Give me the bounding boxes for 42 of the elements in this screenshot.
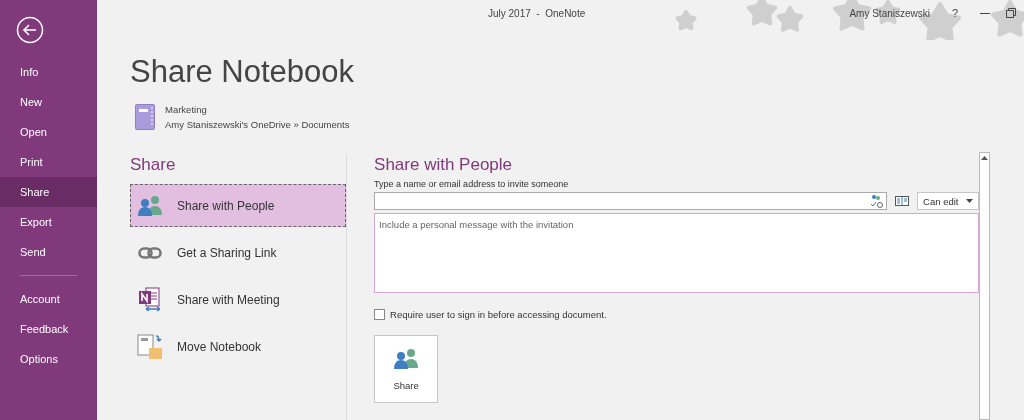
share-option[interactable]: Share with Meeting <box>130 278 347 321</box>
message-field[interactable]: Include a personal message with the invitation <box>374 213 980 293</box>
help-button[interactable]: ? <box>942 3 968 23</box>
checkbox-label: Require user to sign in before accessing document. <box>390 309 607 320</box>
back-button[interactable] <box>16 16 44 44</box>
restore-icon <box>1006 8 1016 18</box>
address-book-icon[interactable] <box>895 196 910 206</box>
share-option[interactable]: Share with People <box>130 184 347 227</box>
sidebar-item[interactable]: Share <box>0 177 97 207</box>
window-title: July 2017 - OneNote <box>488 7 586 19</box>
share-option[interactable]: Get a Sharing Link <box>130 231 347 274</box>
people-icon <box>137 194 163 217</box>
sidebar-item[interactable]: Send <box>0 237 97 267</box>
sidebar-item[interactable]: Print <box>0 147 97 177</box>
sidebar-item[interactable]: Account <box>0 284 97 314</box>
people-icon <box>393 347 420 370</box>
invite-label: Type a name or email address to invite someone <box>374 179 569 189</box>
permission-dropdown[interactable]: Can edit <box>917 192 980 210</box>
invite-field[interactable] <box>374 192 888 210</box>
notebook-location: Amy Staniszewski's OneDrive » Documents <box>165 119 350 130</box>
notebook-icon <box>135 104 155 130</box>
sidebar-item[interactable]: Export <box>0 207 97 237</box>
sidebar-item[interactable]: Info <box>0 57 97 87</box>
caret-icon <box>966 199 974 203</box>
sidebar-item[interactable]: New <box>0 87 97 117</box>
sidebar-item[interactable]: Feedback <box>0 314 97 344</box>
sidebar-item[interactable]: Options <box>0 344 97 374</box>
page-title: Share Notebook <box>130 54 356 90</box>
checkbox[interactable] <box>374 309 386 320</box>
user-name: Amy Staniszewski <box>849 7 930 19</box>
panel-heading: Share with People <box>374 154 513 176</box>
section-heading: Share <box>130 154 177 176</box>
move-notebook-icon <box>137 333 163 360</box>
link-icon <box>137 246 163 259</box>
share-button[interactable]: Share <box>374 335 439 403</box>
notebook-share-icon <box>137 286 163 313</box>
scrollbar[interactable] <box>979 152 990 420</box>
sidebar-item[interactable]: Open <box>0 117 97 147</box>
scroll-up-icon <box>981 156 989 160</box>
notebook-name: Marketing <box>165 104 208 115</box>
address-check-icon <box>869 194 884 208</box>
share-option[interactable]: Move Notebook <box>130 325 347 368</box>
